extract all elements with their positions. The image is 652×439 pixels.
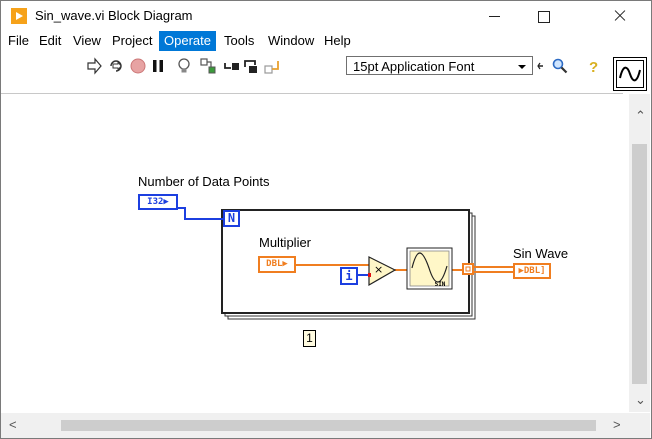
highlight-execution-icon[interactable] xyxy=(175,57,193,75)
labview-window: Sin_wave.vi Block Diagram File Edit View… xyxy=(0,0,652,439)
menu-operate[interactable]: Operate xyxy=(159,31,216,51)
menu-file[interactable]: File xyxy=(3,31,34,51)
output-tunnel[interactable] xyxy=(462,263,474,275)
scroll-left-icon[interactable]: < xyxy=(9,417,17,432)
count-wire[interactable] xyxy=(178,207,223,220)
toolbar: 15pt Application Font ? xyxy=(1,51,611,79)
font-select[interactable]: 15pt Application Font xyxy=(346,56,533,75)
num-points-label: Number of Data Points xyxy=(138,174,270,189)
menu-view[interactable]: View xyxy=(68,31,106,51)
iteration-terminal[interactable]: i xyxy=(340,267,358,285)
minimize-button[interactable] xyxy=(471,1,517,31)
sin-wave-label: Sin Wave xyxy=(513,246,569,261)
sin-wave-indicator[interactable]: ▶DBL] xyxy=(513,263,551,279)
chevron-down-icon xyxy=(518,65,526,69)
scroll-right-icon[interactable]: > xyxy=(613,417,621,432)
menu-tools[interactable]: Tools xyxy=(219,31,259,51)
vi-icon[interactable] xyxy=(613,57,647,91)
num-points-control[interactable]: I32▶ xyxy=(138,194,178,210)
coercion-dot xyxy=(368,273,371,277)
multiplier-control[interactable]: DBL▶ xyxy=(258,256,296,273)
menu-help[interactable]: Help xyxy=(319,31,356,51)
step-into-icon[interactable] xyxy=(223,57,241,75)
sin-node-label: SIN xyxy=(434,281,446,288)
abort-icon[interactable] xyxy=(129,57,147,75)
loop-count-constant[interactable]: 1 xyxy=(303,330,316,347)
svg-text:?: ? xyxy=(589,59,598,75)
horizontal-scrollbar[interactable]: < > xyxy=(1,413,629,438)
menu-bar: File Edit View Project Operate Tools Win… xyxy=(1,31,611,51)
sin-wave-type: DBL xyxy=(523,266,541,276)
minimize-icon xyxy=(489,16,500,17)
maximize-button[interactable] xyxy=(521,1,567,31)
multiplier-type: DBL xyxy=(266,259,283,269)
close-button[interactable] xyxy=(597,1,643,31)
menu-edit[interactable]: Edit xyxy=(34,31,66,51)
vertical-scrollbar[interactable]: ⌃ ⌄ xyxy=(629,94,650,412)
sine-wave-icon xyxy=(619,66,641,82)
scroll-up-icon[interactable]: ⌃ xyxy=(635,108,646,124)
search-icon[interactable] xyxy=(551,57,569,75)
run-arrow-icon[interactable] xyxy=(85,57,103,75)
num-points-type: I32 xyxy=(147,197,164,207)
run-continuously-icon[interactable] xyxy=(107,57,125,75)
step-over-icon[interactable] xyxy=(243,57,261,75)
font-select-value: 15pt Application Font xyxy=(353,59,475,74)
step-out-icon[interactable] xyxy=(263,57,281,75)
horizontal-scroll-thumb[interactable] xyxy=(61,420,596,431)
vertical-scroll-thumb[interactable] xyxy=(632,144,647,384)
count-terminal[interactable]: N xyxy=(223,210,240,227)
help-icon[interactable]: ? xyxy=(585,57,603,75)
svg-text:×: × xyxy=(374,263,383,276)
retain-wire-values-icon[interactable] xyxy=(199,57,217,75)
menu-project[interactable]: Project xyxy=(107,31,157,51)
title-bar: Sin_wave.vi Block Diagram xyxy=(1,1,651,31)
maximize-icon xyxy=(538,11,550,23)
resize-grip[interactable] xyxy=(629,413,650,438)
scroll-down-icon[interactable]: ⌄ xyxy=(635,392,646,408)
labview-app-icon xyxy=(11,8,27,24)
window-title: Sin_wave.vi Block Diagram xyxy=(35,8,193,23)
menu-window[interactable]: Window xyxy=(263,31,319,51)
block-diagram-canvas[interactable]: × Number of Data Points I32▶ N Multiplie… xyxy=(1,94,629,412)
pause-icon[interactable] xyxy=(149,57,167,75)
multiplier-label: Multiplier xyxy=(259,235,312,250)
